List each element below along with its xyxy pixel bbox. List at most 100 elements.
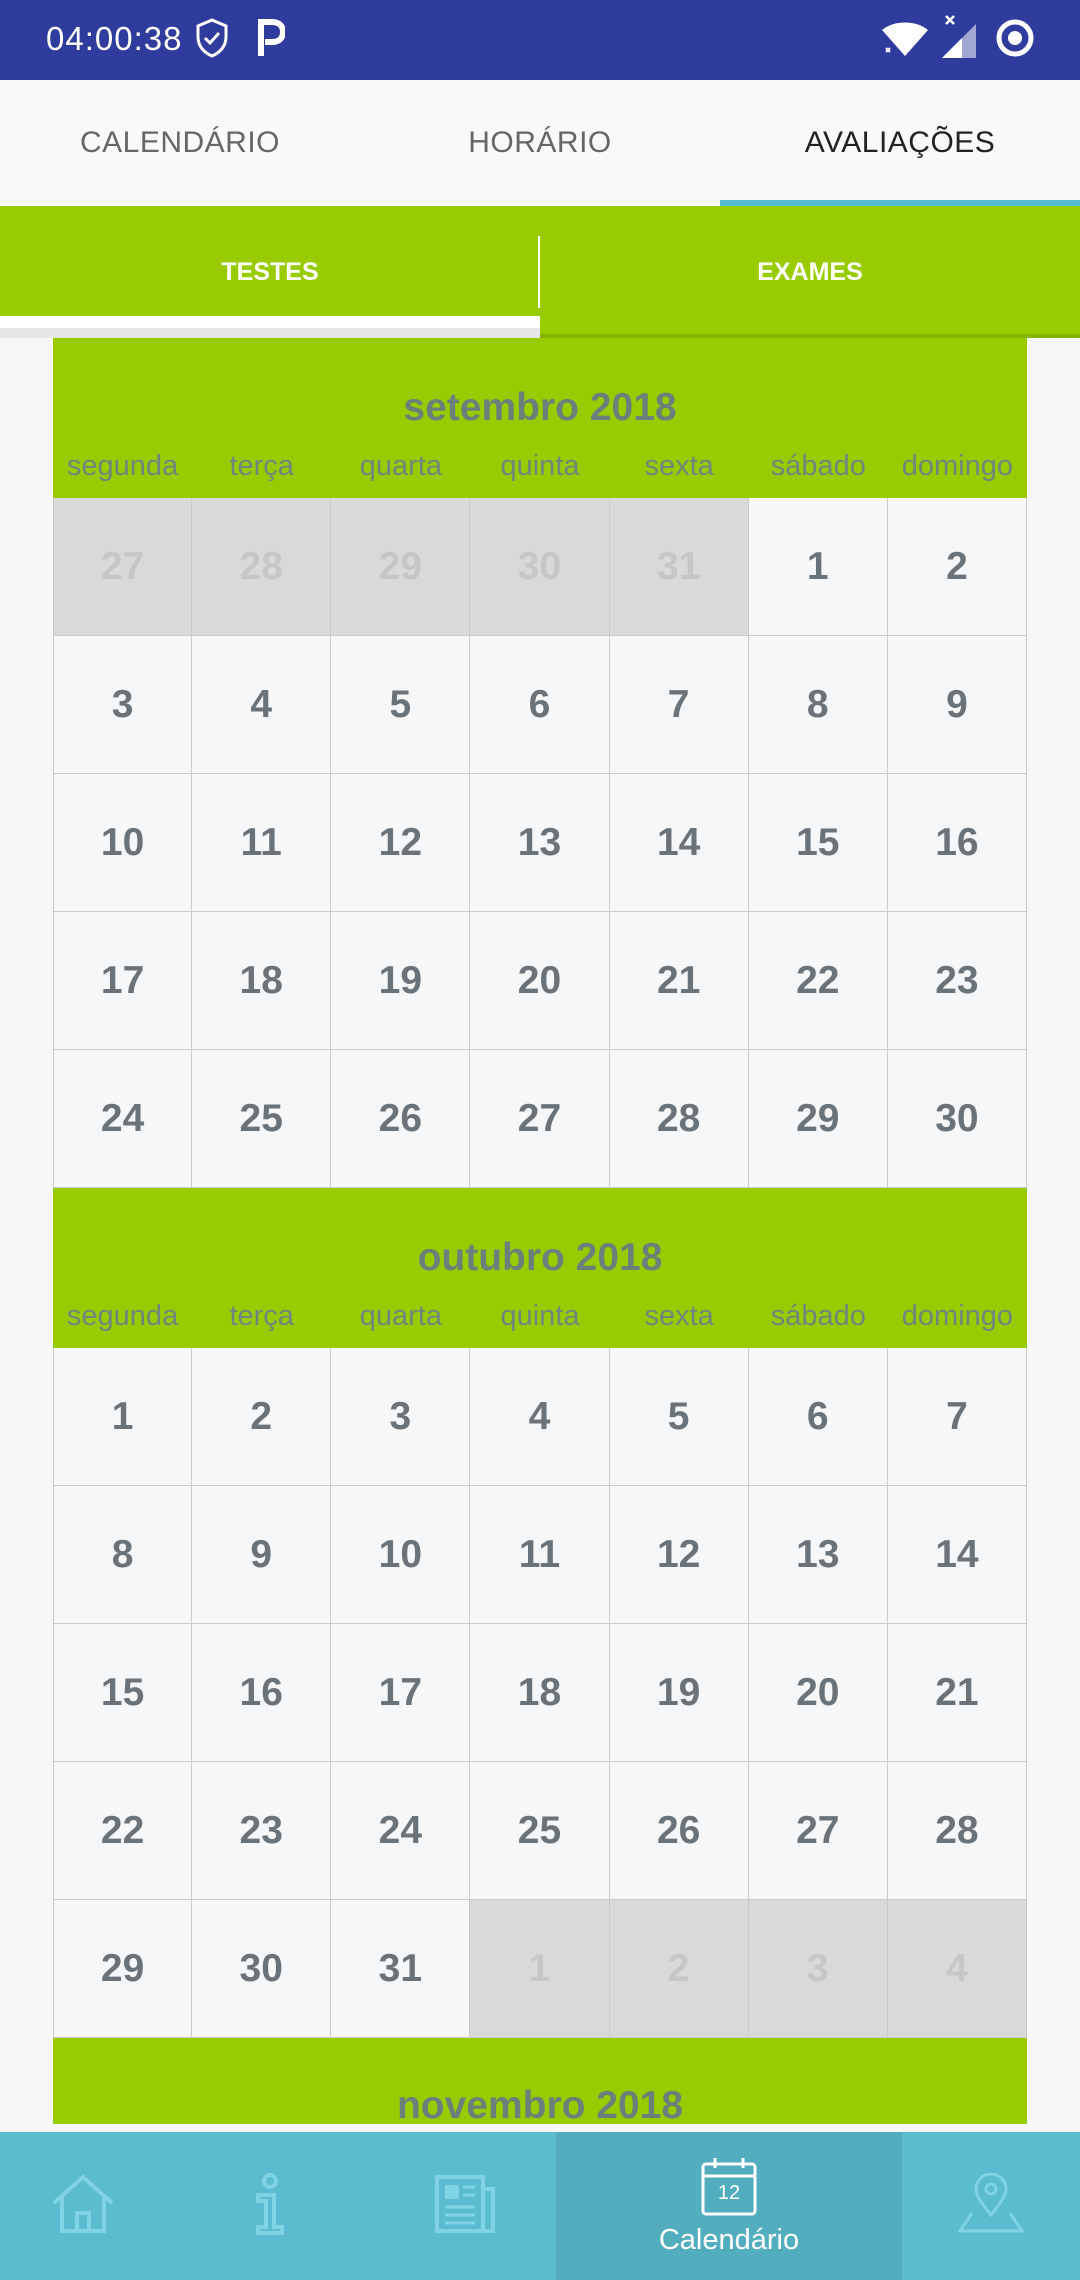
day-cell[interactable]: 5 bbox=[609, 1348, 749, 1486]
nav-news[interactable] bbox=[373, 2132, 556, 2280]
day-cell[interactable]: 10 bbox=[53, 774, 193, 912]
day-cell[interactable]: 21 bbox=[609, 912, 749, 1050]
tab-avaliacoes[interactable]: AVALIAÇÕES bbox=[720, 80, 1080, 206]
day-cell[interactable]: 21 bbox=[887, 1624, 1027, 1762]
day-cell[interactable]: 5 bbox=[331, 636, 471, 774]
day-cell[interactable]: 24 bbox=[53, 1050, 193, 1188]
day-cell[interactable]: 18 bbox=[470, 1624, 610, 1762]
day-cell[interactable]: 30 bbox=[887, 1050, 1027, 1188]
day-cell[interactable]: 6 bbox=[470, 636, 610, 774]
tab-divider bbox=[538, 236, 540, 308]
tab-calendario[interactable]: CALENDÁRIO bbox=[0, 80, 360, 206]
nav-calendario-label: Calendário bbox=[658, 2223, 800, 2256]
day-cell[interactable]: 13 bbox=[748, 1486, 888, 1624]
day-cell[interactable]: 8 bbox=[748, 636, 888, 774]
nav-calendario[interactable]: 12 Calendário bbox=[556, 2132, 902, 2280]
day-cell[interactable]: 13 bbox=[470, 774, 610, 912]
day-cell[interactable]: 30 bbox=[192, 1900, 332, 2038]
day-cell[interactable]: 4 bbox=[192, 636, 332, 774]
day-cell[interactable]: 19 bbox=[609, 1624, 749, 1762]
day-cell[interactable]: 27 bbox=[748, 1762, 888, 1900]
weekday-label: domingo bbox=[901, 1300, 1014, 1332]
day-cell-outside: 27 bbox=[53, 498, 193, 636]
day-cell[interactable]: 17 bbox=[53, 912, 193, 1050]
day-cell[interactable]: 28 bbox=[609, 1050, 749, 1188]
tab-testes[interactable]: TESTES bbox=[0, 206, 540, 338]
day-cell[interactable]: 16 bbox=[192, 1624, 332, 1762]
calendar-icon: 12 bbox=[699, 2156, 759, 2218]
weekday-label: segunda bbox=[66, 1300, 179, 1332]
day-cell[interactable]: 3 bbox=[53, 636, 193, 774]
day-cell[interactable]: 20 bbox=[470, 912, 610, 1050]
day-cell[interactable]: 3 bbox=[331, 1348, 471, 1486]
day-cell[interactable]: 9 bbox=[192, 1486, 332, 1624]
day-cell[interactable]: 11 bbox=[470, 1486, 610, 1624]
weekday-label: sexta bbox=[644, 1300, 714, 1332]
day-cell[interactable]: 12 bbox=[609, 1486, 749, 1624]
month-header: novembro 2018 bbox=[53, 2038, 1027, 2124]
day-cell[interactable]: 4 bbox=[470, 1348, 610, 1486]
nav-map[interactable] bbox=[902, 2132, 1080, 2280]
nav-home[interactable] bbox=[0, 2132, 166, 2280]
day-cell[interactable]: 2 bbox=[192, 1348, 332, 1486]
day-cell[interactable]: 8 bbox=[53, 1486, 193, 1624]
info-icon bbox=[250, 2172, 290, 2240]
day-cell[interactable]: 1 bbox=[53, 1348, 193, 1486]
sub-tab-bar: TESTES EXAMES bbox=[0, 206, 1080, 338]
day-cell[interactable]: 14 bbox=[609, 774, 749, 912]
day-cell[interactable]: 2 bbox=[887, 498, 1027, 636]
shield-icon bbox=[195, 18, 229, 63]
day-cell[interactable]: 1 bbox=[748, 498, 888, 636]
day-cell[interactable]: 26 bbox=[331, 1050, 471, 1188]
day-cell[interactable]: 18 bbox=[192, 912, 332, 1050]
day-cell[interactable]: 17 bbox=[331, 1624, 471, 1762]
day-cell[interactable]: 23 bbox=[192, 1762, 332, 1900]
day-cell[interactable]: 10 bbox=[331, 1486, 471, 1624]
day-cell[interactable]: 7 bbox=[609, 636, 749, 774]
day-cell[interactable]: 9 bbox=[887, 636, 1027, 774]
day-cell[interactable]: 16 bbox=[887, 774, 1027, 912]
parking-app-icon bbox=[255, 16, 287, 63]
month-grid: 27 28 29 30 31 1 2 3 4 5 6 7 8 9 10 11 1… bbox=[53, 498, 1027, 1188]
signal-icon bbox=[940, 14, 980, 65]
day-cell[interactable]: 28 bbox=[887, 1762, 1027, 1900]
day-cell-outside: 28 bbox=[192, 498, 332, 636]
nav-info[interactable] bbox=[166, 2132, 373, 2280]
month-header: setembro 2018 segunda terça quarta quint… bbox=[53, 338, 1027, 498]
day-cell[interactable]: 6 bbox=[748, 1348, 888, 1486]
day-cell[interactable]: 15 bbox=[53, 1624, 193, 1762]
day-cell[interactable]: 22 bbox=[748, 912, 888, 1050]
day-cell[interactable]: 12 bbox=[331, 774, 471, 912]
day-cell[interactable]: 29 bbox=[748, 1050, 888, 1188]
home-icon bbox=[50, 2173, 116, 2240]
calendar-list[interactable]: setembro 2018 segunda terça quarta quint… bbox=[53, 338, 1027, 2124]
weekday-label: segunda bbox=[66, 450, 179, 482]
day-cell[interactable]: 11 bbox=[192, 774, 332, 912]
day-cell[interactable]: 15 bbox=[748, 774, 888, 912]
day-cell[interactable]: 20 bbox=[748, 1624, 888, 1762]
weekday-label: sexta bbox=[644, 450, 714, 482]
weekday-label: quinta bbox=[500, 1300, 580, 1332]
tab-horario[interactable]: HORÁRIO bbox=[360, 80, 720, 206]
day-cell-outside: 1 bbox=[470, 1900, 610, 2038]
day-cell[interactable]: 24 bbox=[331, 1762, 471, 1900]
weekday-row: segunda terça quarta quinta sexta sábado… bbox=[53, 450, 1027, 483]
day-cell[interactable]: 29 bbox=[53, 1900, 193, 2038]
day-cell-outside: 3 bbox=[748, 1900, 888, 2038]
day-cell[interactable]: 7 bbox=[887, 1348, 1027, 1486]
day-cell[interactable]: 25 bbox=[192, 1050, 332, 1188]
day-cell[interactable]: 27 bbox=[470, 1050, 610, 1188]
day-cell[interactable]: 31 bbox=[331, 1900, 471, 2038]
day-cell[interactable]: 26 bbox=[609, 1762, 749, 1900]
weekday-label: quarta bbox=[359, 1300, 442, 1332]
day-cell[interactable]: 25 bbox=[470, 1762, 610, 1900]
day-cell[interactable]: 22 bbox=[53, 1762, 193, 1900]
status-time: 04:00:38 bbox=[46, 20, 183, 57]
day-cell-outside: 30 bbox=[470, 498, 610, 636]
day-cell-outside: 31 bbox=[609, 498, 749, 636]
month-september: setembro 2018 segunda terça quarta quint… bbox=[53, 338, 1027, 1188]
day-cell[interactable]: 19 bbox=[331, 912, 471, 1050]
day-cell[interactable]: 23 bbox=[887, 912, 1027, 1050]
day-cell[interactable]: 14 bbox=[887, 1486, 1027, 1624]
tab-exames[interactable]: EXAMES bbox=[540, 206, 1080, 338]
